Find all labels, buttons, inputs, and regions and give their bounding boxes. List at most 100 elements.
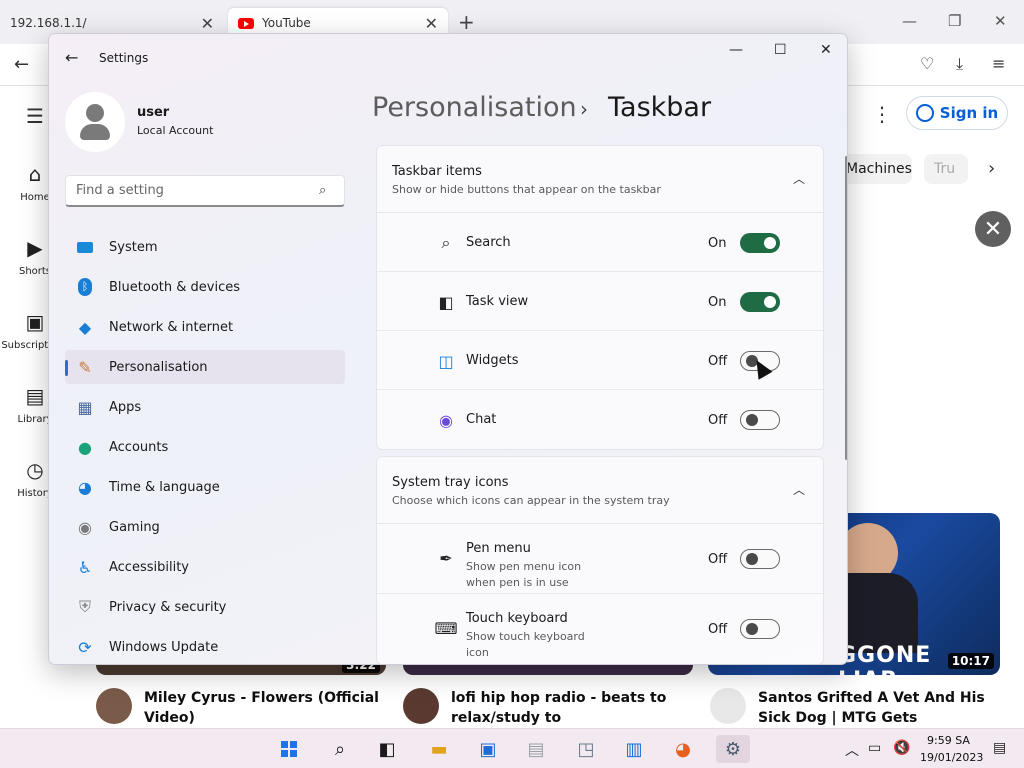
brush-icon: ✎ [78, 357, 92, 377]
minimize-icon[interactable]: — [902, 12, 917, 30]
video-title[interactable]: Miley Cyrus - Flowers (Official Video) [144, 688, 394, 728]
channel-avatar[interactable] [403, 688, 439, 724]
chat-toggle[interactable] [740, 410, 780, 430]
store-icon[interactable]: ▣ [474, 735, 502, 763]
sign-in-button[interactable]: Sign in [906, 96, 1008, 130]
toggle-knob [746, 553, 758, 565]
youtube-favicon-icon [238, 17, 254, 29]
filter-chip[interactable]: Tru [924, 154, 968, 184]
sidebar-item-label: Bluetooth & devices [109, 279, 240, 295]
setting-label: Chat [466, 412, 497, 427]
maximize-icon[interactable]: ☐ [774, 42, 787, 58]
close-icon[interactable]: ✕ [820, 42, 832, 58]
close-window-icon[interactable]: ✕ [994, 12, 1007, 30]
chevron-up-icon[interactable]: ︿ [793, 481, 805, 498]
hamburger-menu-icon[interactable]: ☰ [26, 104, 44, 128]
notepad-icon[interactable]: ▥ [620, 735, 648, 763]
settings-content: Taskbar items Show or hide buttons that … [376, 145, 824, 664]
file-explorer-icon[interactable]: ▬ [425, 735, 453, 763]
sidebar-item-label: Gaming [109, 519, 160, 535]
sidebar-item-gaming[interactable]: ◉ Gaming [65, 510, 345, 544]
search-input[interactable] [65, 175, 345, 207]
toggle-knob [764, 237, 776, 249]
notifications-icon[interactable]: ▤ [993, 740, 1006, 756]
toggle-knob [764, 296, 776, 308]
menu-icon[interactable]: ≡ [992, 54, 1005, 73]
sidebar-item-personalisation[interactable]: ✎ Personalisation [65, 350, 345, 384]
update-icon: ⟳ [78, 637, 92, 657]
section-header[interactable]: Taskbar items Show or hide buttons that … [377, 146, 823, 213]
section-title: System tray icons [392, 475, 509, 490]
page-title: Taskbar [608, 92, 712, 123]
more-options-icon[interactable]: ⋮ [872, 102, 892, 126]
setting-row-task-view: ◧ Task view On [377, 272, 823, 331]
maximize-icon[interactable]: ❐ [948, 12, 961, 30]
sidebar-item-label: Privacy & security [109, 599, 227, 615]
search-icon: ⌕ [441, 233, 451, 252]
avatar[interactable] [65, 92, 125, 152]
sidebar-item-system[interactable]: System [65, 230, 345, 264]
firefox-icon[interactable]: ◕ [669, 735, 697, 763]
toggle-state-label: Off [708, 552, 728, 567]
sidebar-item-accessibility[interactable]: ♿ Accessibility [65, 550, 345, 584]
toggle-knob [746, 414, 758, 426]
channel-avatar[interactable] [96, 688, 132, 724]
windows-logo-icon [280, 740, 298, 758]
taskbar-search-icon[interactable]: ⌕ [326, 735, 354, 763]
channel-avatar[interactable] [710, 688, 746, 724]
clock-date[interactable]: 19/01/2023 [920, 751, 983, 764]
sidebar-item-apps[interactable]: ▦ Apps [65, 390, 345, 424]
video-title[interactable]: lofi hip hop radio - beats to relax/stud… [451, 688, 701, 728]
search-toggle[interactable] [740, 233, 780, 253]
section-title: Taskbar items [392, 164, 482, 179]
settings-gear-icon[interactable]: ⚙ [716, 735, 750, 763]
clock-time[interactable]: 9:59 SA [927, 734, 970, 747]
chevron-up-icon[interactable]: ︿ [793, 170, 805, 187]
task-view-icon[interactable]: ◧ [373, 735, 401, 763]
section-header[interactable]: System tray icons Choose which icons can… [377, 457, 823, 524]
task-view-icon: ◧ [438, 292, 454, 312]
chevron-right-icon[interactable]: › [988, 158, 995, 179]
sign-in-label: Sign in [939, 104, 999, 122]
settings-window: ← Settings — ☐ ✕ user Local Account ⌕ Sy… [48, 33, 848, 665]
network-app-icon[interactable]: ◳ [572, 735, 600, 763]
setting-label: Search [466, 235, 511, 250]
sidebar-item-network[interactable]: ◆ Network & internet [65, 310, 345, 344]
search-icon[interactable]: ⌕ [319, 183, 326, 198]
display-icon[interactable]: ▭ [868, 740, 881, 756]
sidebar-item-accounts[interactable]: ● Accounts [65, 430, 345, 464]
minimize-icon[interactable]: — [729, 42, 743, 58]
breadcrumb-separator: › [580, 97, 588, 121]
start-button[interactable] [274, 735, 304, 763]
touch-keyboard-toggle[interactable] [740, 619, 780, 639]
chevron-up-icon[interactable]: ︿ [845, 740, 859, 760]
volume-muted-icon[interactable]: 🔇 [893, 740, 910, 756]
yt-sidebar-label: Shorts [18, 266, 52, 277]
tab-label: 192.168.1.1/ [10, 16, 87, 30]
chip-label: Tru [934, 161, 956, 177]
tab-label: YouTube [262, 16, 311, 30]
pen-menu-toggle[interactable] [740, 549, 780, 569]
sidebar-item-time-language[interactable]: ◕ Time & language [65, 470, 345, 504]
pocket-icon[interactable]: ♡ [920, 54, 934, 73]
sidebar-item-privacy[interactable]: ⛨ Privacy & security [65, 590, 345, 624]
close-overlay-button[interactable]: ✕ [975, 211, 1011, 247]
back-arrow-icon[interactable]: ← [14, 54, 29, 75]
download-icon[interactable]: ⤓ [956, 54, 963, 74]
app-icon[interactable]: ▤ [522, 735, 550, 763]
back-arrow-icon[interactable]: ← [65, 48, 78, 67]
close-icon[interactable]: ✕ [201, 14, 214, 33]
toggle-state-label: Off [708, 413, 728, 428]
chip-label: Machines [846, 161, 912, 177]
setting-label: Touch keyboard [466, 611, 568, 626]
task-view-toggle[interactable] [740, 292, 780, 312]
sidebar-item-windows-update[interactable]: ⟳ Windows Update [65, 630, 345, 664]
breadcrumb-parent[interactable]: Personalisation [372, 92, 577, 123]
system-icon [75, 237, 95, 257]
sidebar-item-bluetooth[interactable]: ᛒ Bluetooth & devices [65, 270, 345, 304]
new-tab-button[interactable]: + [458, 10, 475, 34]
close-icon[interactable]: ✕ [425, 14, 438, 33]
scrollbar[interactable] [845, 156, 847, 460]
sidebar-item-label: Personalisation [109, 359, 208, 375]
network-icon: ◆ [78, 317, 92, 337]
